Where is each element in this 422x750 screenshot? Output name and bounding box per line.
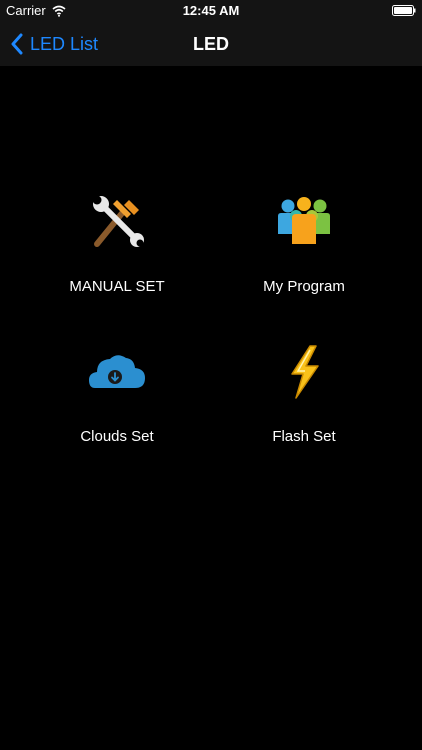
navigation-bar: LED List LED <box>0 22 422 66</box>
page-title: LED <box>193 34 229 54</box>
my-program-label: My Program <box>263 278 345 295</box>
clouds-set-label: Clouds Set <box>80 428 154 445</box>
battery-icon <box>392 5 416 16</box>
my-program-button[interactable]: My Program <box>211 192 397 322</box>
lightning-icon <box>291 345 319 399</box>
people-icon <box>278 197 330 244</box>
flash-set-button[interactable]: Flash Set <box>211 342 397 472</box>
status-time: 12:45 AM <box>182 3 240 18</box>
tools-icon <box>92 195 144 247</box>
cloud-download-icon <box>89 355 145 388</box>
manual-set-label: MANUAL SET <box>69 278 165 295</box>
flash-set-label: Flash Set <box>272 428 336 445</box>
manual-set-button[interactable]: MANUAL SET <box>24 192 210 322</box>
clouds-set-button[interactable]: Clouds Set <box>24 342 210 472</box>
status-bar: Carrier 12:45 AM <box>0 0 422 22</box>
